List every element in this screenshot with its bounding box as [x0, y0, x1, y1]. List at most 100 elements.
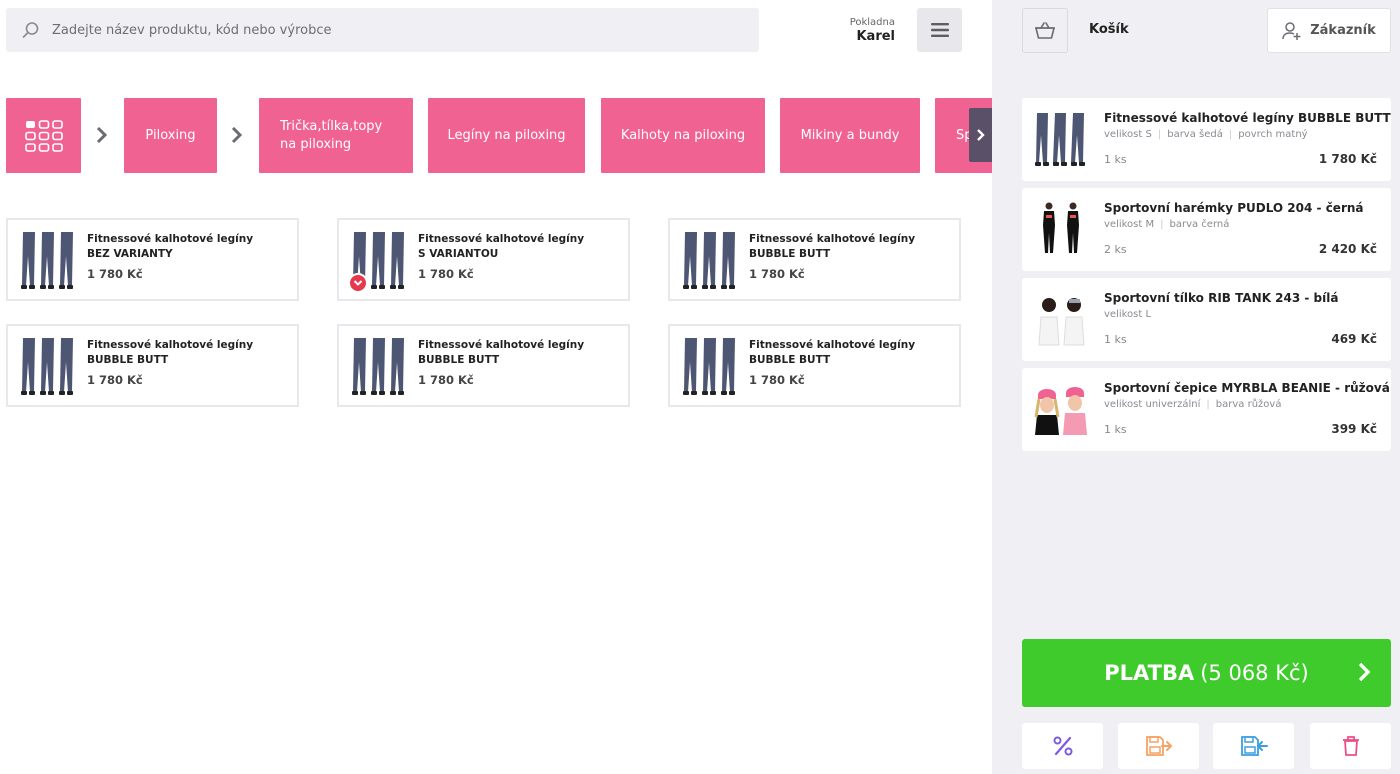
product-card[interactable]: Fitnessové kalhotové legíny BUBBLE BUTT …: [337, 324, 630, 407]
harem-pants-thumbnail: [1043, 202, 1079, 253]
cart-item-price: 1 780 Kč: [1318, 152, 1377, 166]
hamburger-menu-icon: [930, 23, 949, 37]
product-price: 1 780 Kč: [87, 267, 143, 281]
park-order-button[interactable]: [1118, 723, 1199, 769]
category-leginy[interactable]: Legíny na piloxing: [428, 98, 585, 173]
product-name-line1: Fitnessové kalhotové legíny: [87, 233, 254, 245]
product-card[interactable]: Fitnessové kalhotové legíny BEZ VARIANTY…: [6, 218, 299, 301]
leggings-thumbnail: [21, 232, 73, 289]
leggings-thumbnail: [683, 338, 735, 395]
cart-item-name: Sportovní harémky PUDLO 204 - černá: [1104, 201, 1364, 215]
variant-badge: [348, 273, 368, 293]
grid-icon: [24, 119, 63, 152]
cart-item-attr: velikost S: [1104, 129, 1152, 140]
category-tricka[interactable]: Trička,tílka,topy na piloxing: [259, 98, 413, 173]
search-input[interactable]: [52, 22, 712, 38]
product-name-line2: BUBBLE BUTT: [749, 248, 831, 260]
leggings-thumbnail: [683, 232, 735, 289]
product-name: Fitnessové kalhotové legíny S VARIANTOU: [418, 232, 584, 262]
search-icon: [22, 22, 39, 38]
cart-title: Košík: [1089, 22, 1129, 37]
search-bar[interactable]: [6, 8, 759, 52]
cart-item-attributes: velikost M | barva černá: [1104, 219, 1230, 230]
cart-item-price: 469 Kč: [1331, 332, 1377, 346]
leggings-thumbnail: [21, 338, 73, 395]
cart-item-name: Fitnessové kalhotové legíny BUBBLE BUTT: [1104, 111, 1391, 125]
cart-pane: Košík Zákazník Fitnessové kalhotové legí…: [992, 0, 1400, 774]
category-scroll-right-button[interactable]: [969, 108, 992, 162]
leggings-thumbnail: [352, 338, 404, 395]
product-name-line2: S VARIANTOU: [418, 248, 499, 260]
category-mikiny[interactable]: Mikiny a bundy: [780, 98, 920, 173]
cart-item-attr: velikost L: [1104, 309, 1152, 320]
product-name: Fitnessové kalhotové legíny BUBBLE BUTT: [87, 338, 253, 368]
basket-button[interactable]: [1022, 8, 1068, 53]
save-in-icon: [1240, 736, 1268, 756]
product-card[interactable]: Fitnessové kalhotové legíny BUBBLE BUTT …: [668, 218, 961, 301]
product-name-line2: BUBBLE BUTT: [87, 354, 169, 366]
pay-total: (5 068 Kč): [1200, 661, 1309, 685]
cart-item-price: 399 Kč: [1331, 422, 1377, 436]
cart-item[interactable]: Fitnessové kalhotové legíny BUBBLE BUTT …: [1022, 98, 1391, 181]
chevron-down-icon: [353, 280, 363, 286]
cart-item-quantity: 1 ks: [1104, 423, 1127, 436]
product-card[interactable]: Fitnessové kalhotové legíny S VARIANTOU …: [337, 218, 630, 301]
product-name-line2: BUBBLE BUTT: [418, 354, 500, 366]
product-name: Fitnessové kalhotové legíny BEZ VARIANTY: [87, 232, 253, 262]
cart-item-attr: velikost univerzální: [1104, 399, 1201, 410]
product-price: 1 780 Kč: [87, 373, 143, 387]
category-label: Trička,tílka,topy na piloxing: [280, 118, 383, 152]
cart-item[interactable]: Sportovní tílko RIB TANK 243 - bílá veli…: [1022, 278, 1391, 361]
product-name-line1: Fitnessové kalhotové legíny: [749, 339, 916, 351]
cart-item-quantity: 1 ks: [1104, 333, 1127, 346]
product-card[interactable]: Fitnessové kalhotové legíny BUBBLE BUTT …: [6, 324, 299, 407]
chevron-right-icon: [1358, 662, 1371, 682]
cart-item-attr: velikost M: [1104, 219, 1155, 230]
restore-order-button[interactable]: [1213, 723, 1294, 769]
cart-item-attributes: velikost univerzální | barva růžová: [1104, 399, 1282, 410]
pay-label: PLATBA: [1104, 661, 1195, 685]
cart-item-attributes: velikost L: [1104, 309, 1151, 320]
category-kalhoty[interactable]: Kalhoty na piloxing: [601, 98, 765, 173]
product-name-line1: Fitnessové kalhotové legíny: [87, 339, 254, 351]
customer-button-label: Zákazník: [1310, 23, 1376, 38]
pay-button[interactable]: PLATBA (5 068 Kč): [1022, 639, 1391, 707]
product-name-line2: BEZ VARIANTY: [87, 248, 173, 260]
product-name: Fitnessové kalhotové legíny BUBBLE BUTT: [749, 338, 915, 368]
clear-cart-button[interactable]: [1310, 723, 1391, 769]
category-label: Mikiny a bundy: [800, 127, 900, 143]
customer-button[interactable]: Zákazník: [1267, 8, 1391, 53]
category-home-button[interactable]: [6, 98, 81, 173]
category-piloxing[interactable]: Piloxing: [124, 98, 217, 173]
product-card[interactable]: Fitnessové kalhotové legíny BUBBLE BUTT …: [668, 324, 961, 407]
cart-item-attr: barva růžová: [1215, 399, 1282, 410]
product-price: 1 780 Kč: [749, 267, 805, 281]
beanie-thumbnail: [1034, 387, 1087, 435]
add-user-icon: [1282, 21, 1301, 40]
chevron-right-icon: [976, 129, 985, 141]
product-name-line2: BUBBLE BUTT: [749, 354, 831, 366]
discount-button[interactable]: [1022, 723, 1103, 769]
product-name: Fitnessové kalhotové legíny BUBBLE BUTT: [418, 338, 584, 368]
cashier-info: Pokladna Karel: [820, 17, 895, 45]
cart-item[interactable]: Sportovní harémky PUDLO 204 - černá veli…: [1022, 188, 1391, 271]
category-label: Kalhoty na piloxing: [620, 127, 746, 143]
cart-item-quantity: 2 ks: [1104, 243, 1127, 256]
product-name-line1: Fitnessové kalhotové legíny: [418, 233, 585, 245]
cashier-name: Karel: [856, 29, 895, 44]
cashier-label: Pokladna: [849, 17, 895, 28]
product-name-line1: Fitnessové kalhotové legíny: [418, 339, 585, 351]
trash-icon: [1342, 736, 1359, 756]
cart-item[interactable]: Sportovní čepice MYRBLA BEANIE - růžová …: [1022, 368, 1391, 451]
cart-item-price: 2 420 Kč: [1318, 242, 1377, 256]
category-breadcrumb: Piloxing Trička,tílka,topy na piloxing L…: [6, 98, 992, 173]
cart-item-name: Sportovní tílko RIB TANK 243 - bílá: [1104, 291, 1339, 305]
category-label: Piloxing: [145, 127, 196, 143]
product-name-line1: Fitnessové kalhotové legíny: [749, 233, 916, 245]
basket-icon: [1035, 21, 1055, 39]
cart-item-quantity: 1 ks: [1104, 153, 1127, 166]
product-price: 1 780 Kč: [749, 373, 805, 387]
menu-button[interactable]: [917, 8, 962, 52]
percent-icon: [1053, 736, 1072, 756]
leggings-thumbnail: [1035, 113, 1085, 166]
